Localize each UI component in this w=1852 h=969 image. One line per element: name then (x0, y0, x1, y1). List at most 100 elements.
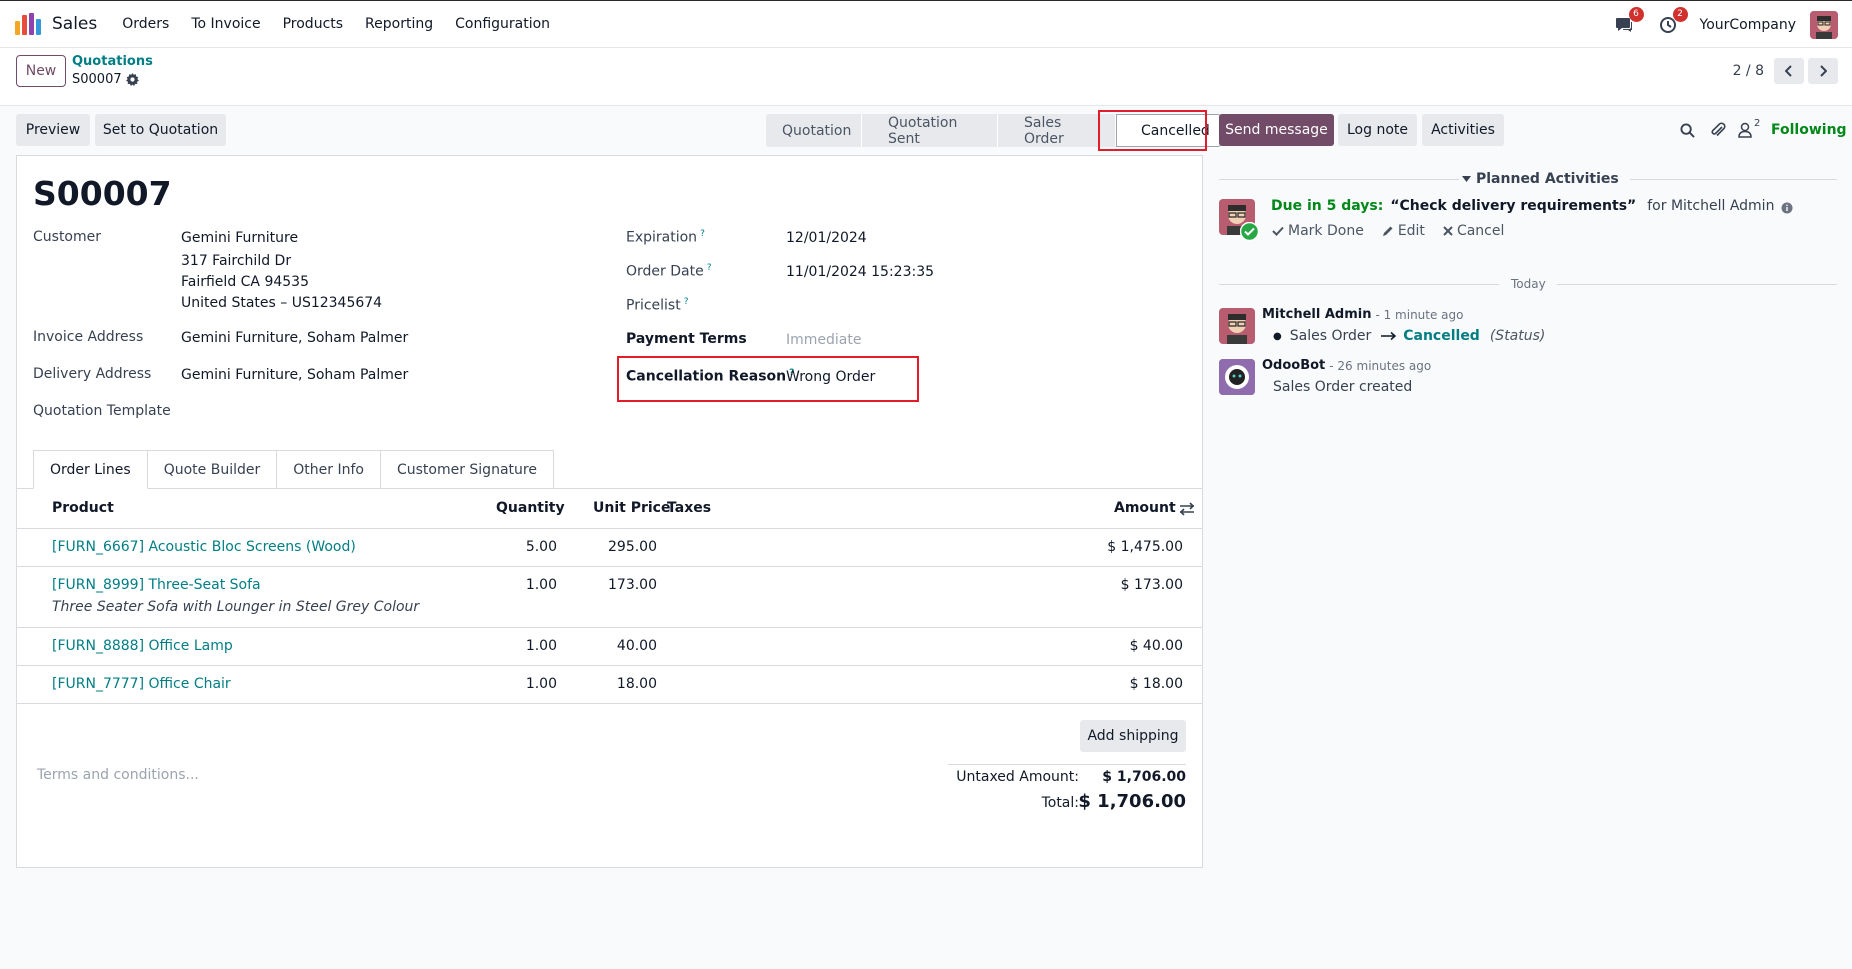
preview-button[interactable]: Preview (16, 114, 90, 146)
untaxed-amount-label: Untaxed Amount: (956, 769, 1079, 785)
row-product[interactable]: [FURN_7777] Office Chair (52, 676, 231, 692)
main-menu: Orders To Invoice Products Reporting Con… (111, 16, 561, 32)
activity-summary: “Check delivery requirements” (1390, 198, 1637, 214)
control-panel: New Quotations S00007 2 / 8 (0, 48, 1852, 106)
highlight-box-cancellation (617, 356, 919, 402)
today-divider-left (1219, 284, 1499, 285)
row-amount: $ 1,475.00 (1107, 539, 1183, 555)
notebook-tabs: Order Lines Quote Builder Other Info Cus… (33, 450, 554, 489)
message-header: Mitchell Admin - 1 minute ago (1262, 307, 1464, 322)
invoice-address-field[interactable]: Gemini Furniture, Soham Palmer (181, 330, 408, 346)
menu-configuration[interactable]: Configuration (444, 16, 561, 32)
payment-terms-field[interactable]: Immediate (786, 332, 861, 348)
check-icon (1272, 226, 1284, 236)
message-author[interactable]: OdooBot (1262, 358, 1325, 373)
highlight-box-status (1098, 110, 1207, 151)
edit-activity-button[interactable]: Edit (1382, 223, 1425, 239)
mark-done-button[interactable]: Mark Done (1272, 223, 1364, 239)
activities-clock-icon[interactable]: 2 (1656, 6, 1688, 37)
pager-previous-button[interactable] (1774, 58, 1804, 84)
message-author[interactable]: Mitchell Admin (1262, 307, 1371, 322)
odoo-apps-icon[interactable] (15, 13, 41, 35)
row-amount: $ 40.00 (1129, 638, 1183, 654)
table-row[interactable]: [FURN_6667] Acoustic Bloc Screens (Wood)… (17, 529, 1202, 567)
user-avatar[interactable] (1810, 10, 1838, 39)
row-unit-price[interactable]: 173.00 (577, 577, 657, 593)
gear-icon[interactable] (125, 73, 139, 86)
column-settings-icon[interactable] (1179, 502, 1195, 516)
systray: 6 2 YourCompany (1612, 1, 1838, 48)
new-button[interactable]: New (16, 55, 66, 87)
breadcrumb-current-label: S00007 (72, 72, 122, 87)
totals-divider (948, 764, 1186, 765)
row-unit-price[interactable]: 40.00 (577, 638, 657, 654)
row-quantity[interactable]: 1.00 (487, 676, 557, 692)
row-quantity[interactable]: 1.00 (487, 577, 557, 593)
menu-products[interactable]: Products (272, 16, 354, 32)
expiration-field[interactable]: 12/01/2024 (786, 230, 867, 246)
row-amount: $ 18.00 (1129, 676, 1183, 692)
row-product[interactable]: [FURN_6667] Acoustic Bloc Screens (Wood) (52, 539, 356, 555)
table-row[interactable]: [FURN_7777] Office Chair 1.00 18.00 $ 18… (17, 666, 1202, 704)
column-quantity[interactable]: Quantity (496, 500, 565, 516)
order-date-field[interactable]: 11/01/2024 15:23:35 (786, 264, 934, 280)
odoobot-avatar[interactable] (1219, 359, 1255, 395)
following-toggle[interactable]: Following (1771, 122, 1847, 138)
row-product[interactable]: [FURN_8999] Three-Seat Sofa (52, 577, 261, 593)
send-message-button[interactable]: Send message (1219, 114, 1334, 146)
menu-to-invoice[interactable]: To Invoice (180, 16, 271, 32)
messages-icon[interactable]: 6 (1612, 6, 1644, 37)
pricelist-label: Pricelist? (626, 297, 689, 314)
app-name[interactable]: Sales (52, 14, 97, 34)
menu-orders[interactable]: Orders (111, 16, 180, 32)
planned-activities-divider-right (1630, 179, 1837, 180)
followers-button[interactable]: 2 (1738, 118, 1760, 138)
tab-other-info[interactable]: Other Info (277, 450, 381, 489)
stage-quotation-sent[interactable]: Quotation Sent (862, 114, 998, 147)
log-note-button[interactable]: Log note (1338, 114, 1417, 146)
planned-activities-toggle[interactable]: Planned Activities (1462, 171, 1619, 187)
paperclip-icon[interactable] (1710, 121, 1726, 139)
add-shipping-button[interactable]: Add shipping (1080, 720, 1186, 752)
untaxed-amount-value: $ 1,706.00 (1102, 769, 1186, 785)
message-avatar[interactable] (1219, 308, 1255, 344)
message-body: Sales Order created (1273, 379, 1413, 395)
set-to-quotation-button[interactable]: Set to Quotation (95, 114, 226, 146)
today-divider-right (1557, 284, 1837, 285)
search-icon[interactable] (1680, 123, 1695, 138)
table-row[interactable]: [FURN_8888] Office Lamp 1.00 40.00 $ 40.… (17, 628, 1202, 666)
column-product[interactable]: Product (52, 500, 114, 516)
pager-next-button[interactable] (1808, 58, 1838, 84)
tab-order-lines[interactable]: Order Lines (33, 450, 148, 489)
customer-field[interactable]: Gemini Furniture (181, 230, 298, 246)
row-unit-price[interactable]: 295.00 (577, 539, 657, 555)
cancel-activity-button[interactable]: Cancel (1443, 223, 1504, 239)
customer-label: Customer (33, 229, 102, 245)
pencil-icon (1382, 226, 1393, 236)
row-unit-price[interactable]: 18.00 (577, 676, 657, 692)
menu-reporting[interactable]: Reporting (354, 16, 444, 32)
row-product[interactable]: [FURN_8888] Office Lamp (52, 638, 233, 654)
delivery-address-label: Delivery Address (33, 366, 152, 382)
stage-quotation[interactable]: Quotation (766, 114, 862, 147)
column-taxes[interactable]: Taxes (667, 500, 711, 516)
company-switcher[interactable]: YourCompany (1700, 17, 1797, 33)
message-time: - 26 minutes ago (1329, 359, 1432, 373)
terms-input[interactable]: Terms and conditions... (37, 767, 199, 783)
activities-button[interactable]: Activities (1422, 114, 1504, 146)
breadcrumb-quotations[interactable]: Quotations (72, 54, 153, 69)
invoice-address-label: Invoice Address (33, 329, 144, 345)
row-quantity[interactable]: 5.00 (487, 539, 557, 555)
delivery-address-field[interactable]: Gemini Furniture, Soham Palmer (181, 367, 408, 383)
tab-quote-builder[interactable]: Quote Builder (147, 450, 278, 489)
row-quantity[interactable]: 1.00 (487, 638, 557, 654)
chevron-left-icon (1785, 65, 1792, 77)
activity-due: Due in 5 days: (1271, 198, 1384, 214)
pager-value[interactable]: 2 / 8 (1733, 63, 1764, 79)
column-unit-price[interactable]: Unit Price (593, 500, 670, 516)
order-lines-header: Product Quantity Unit Price Taxes Amount (17, 489, 1202, 529)
table-row[interactable]: [FURN_8999] Three-Seat Sofa Three Seater… (17, 567, 1202, 628)
column-amount[interactable]: Amount (1114, 500, 1176, 516)
tab-customer-signature[interactable]: Customer Signature (380, 450, 554, 489)
info-icon[interactable] (1781, 202, 1793, 214)
